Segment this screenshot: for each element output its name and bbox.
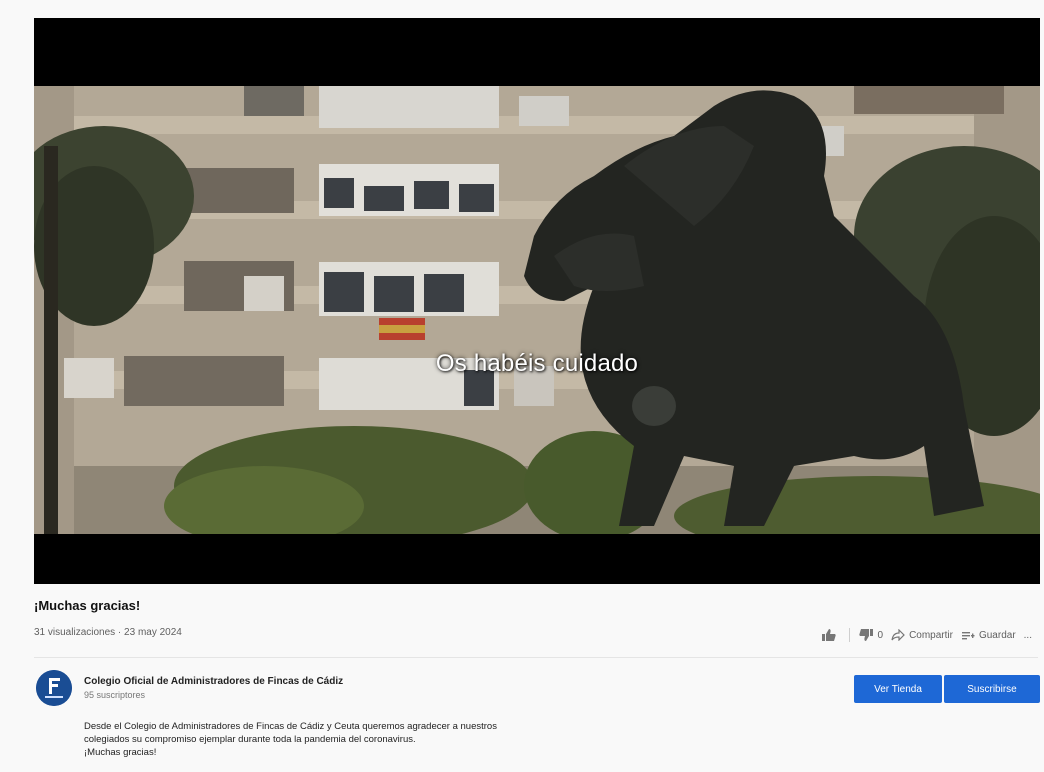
video-player[interactable]: Os habéis cuidado <box>34 18 1040 584</box>
more-button[interactable]: ... <box>1024 630 1032 641</box>
more-icon: ... <box>1023 629 1032 641</box>
store-button[interactable]: Ver Tienda <box>854 675 942 703</box>
video-page: Os habéis cuidado ¡Muchas gracias! 31 vi… <box>0 0 1044 772</box>
video-scene-image <box>34 86 1040 534</box>
video-description: Desde el Colegio de Administradores de F… <box>84 720 604 759</box>
share-icon <box>891 629 905 641</box>
video-meta: 31 visualizaciones · 23 may 2024 <box>34 627 182 638</box>
video-subtitle: Os habéis cuidado <box>435 350 639 377</box>
share-label: Compartir <box>909 629 953 641</box>
share-button[interactable]: Compartir <box>891 629 953 641</box>
thumbs-down-icon <box>858 629 873 641</box>
dislike-button[interactable]: 0 <box>858 628 884 642</box>
subscriber-count: 95 suscriptores <box>84 690 146 700</box>
dislike-count: 0 <box>877 629 884 641</box>
like-divider <box>848 628 850 642</box>
save-label: Guardar <box>978 629 1016 641</box>
like-button[interactable] <box>821 628 841 642</box>
description-line: Desde el Colegio de Administradores de F… <box>84 721 497 732</box>
channel-name[interactable]: Colegio Oficial de Administradores de Fi… <box>84 676 343 687</box>
channel-avatar[interactable] <box>36 670 72 706</box>
channel-logo-icon <box>36 670 72 706</box>
video-frame: Os habéis cuidado <box>34 86 1040 534</box>
thumbs-up-icon <box>821 629 836 641</box>
description-line: ¡Muchas gracias! <box>84 747 157 758</box>
subscribe-button[interactable]: Suscribirse <box>944 675 1040 703</box>
save-icon <box>961 632 975 640</box>
video-title: ¡Muchas gracias! <box>34 598 141 613</box>
section-divider <box>34 657 1038 658</box>
description-line: colegiados su compromiso ejemplar durant… <box>84 734 416 745</box>
action-bar: 0 Compartir Guardar ... <box>821 624 1032 646</box>
save-button[interactable]: Guardar <box>961 630 1016 641</box>
